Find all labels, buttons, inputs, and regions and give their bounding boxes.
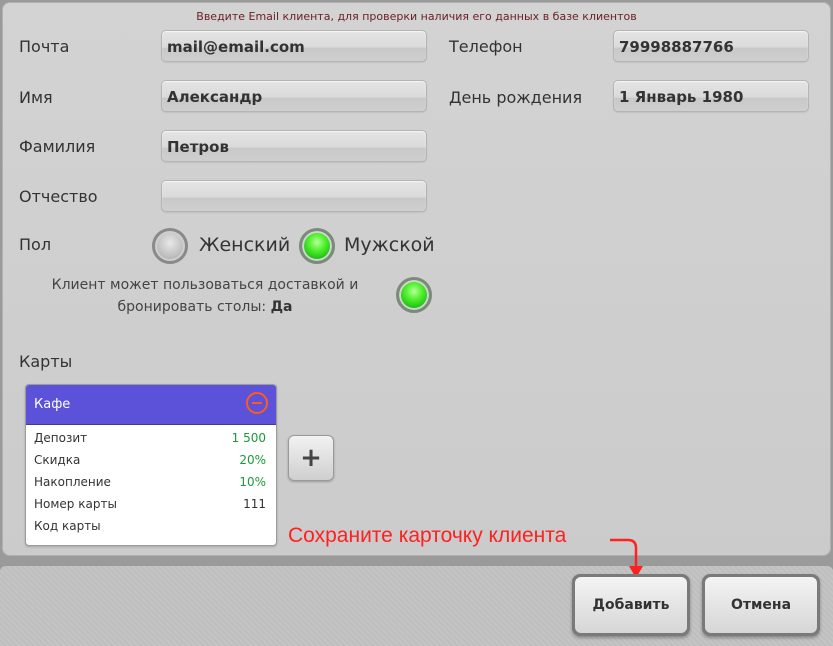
loyalty-card: Кафе Депозит 1 500 Скидка 20% Накопление… <box>25 384 277 546</box>
card-row-label: Скидка <box>34 453 81 467</box>
card-row-deposit: Депозит 1 500 <box>34 431 266 451</box>
email-label: Почта <box>19 37 70 56</box>
cancel-button-label[interactable]: Отмена <box>705 577 817 633</box>
add-client-button-label[interactable]: Добавить <box>575 577 687 633</box>
delivery-line-1: Клиент может пользоваться доставкой и <box>51 277 359 293</box>
card-row-label: Номер карты <box>34 497 117 511</box>
delivery-permission-text: Клиент может пользоваться доставкой и бр… <box>40 274 370 318</box>
card-title: Кафе <box>34 397 71 412</box>
male-radio-label[interactable]: Мужской <box>344 234 435 256</box>
card-row-value: 1 500 <box>231 431 266 445</box>
card-row-card-number: Номер карты 111 <box>34 497 266 517</box>
card-header[interactable]: Кафе <box>26 385 276 425</box>
patronymic-label: Отчество <box>19 187 98 206</box>
card-row-value: 20% <box>239 453 266 467</box>
cards-section-label: Карты <box>19 352 73 371</box>
delivery-line-2-text: бронировать столы: <box>117 299 267 315</box>
name-label: Имя <box>19 88 53 107</box>
phone-field[interactable]: 79998887766 <box>613 30 809 62</box>
email-hint: Введите Email клиента, для проверки нали… <box>196 10 637 23</box>
delivery-line-2: бронировать столы: Да <box>40 296 370 318</box>
female-radio[interactable] <box>152 228 188 264</box>
male-radio[interactable] <box>299 228 335 264</box>
card-row-value: 111 <box>243 497 266 511</box>
card-row-discount: Скидка 20% <box>34 453 266 473</box>
birthday-field[interactable]: 1 Январь 1980 <box>613 80 809 112</box>
phone-label: Телефон <box>449 37 523 56</box>
card-row-accumulation: Накопление 10% <box>34 475 266 495</box>
remove-card-icon[interactable] <box>246 392 268 414</box>
card-row-label: Накопление <box>34 475 111 489</box>
save-annotation: Сохраните карточку клиента <box>288 524 567 547</box>
cancel-button[interactable]: Отмена <box>702 574 820 636</box>
patronymic-field[interactable] <box>161 180 427 212</box>
female-radio-label[interactable]: Женский <box>199 234 290 256</box>
gender-label: Пол <box>19 235 52 254</box>
add-card-button[interactable]: + <box>288 435 334 481</box>
email-field[interactable]: mail@email.com <box>161 30 427 62</box>
card-row-card-code: Код карты <box>34 519 266 539</box>
delivery-value: Да <box>270 299 293 315</box>
add-client-button[interactable]: Добавить <box>572 574 690 636</box>
delivery-toggle[interactable] <box>396 277 432 313</box>
card-row-value: 10% <box>239 475 266 489</box>
card-row-label: Депозит <box>34 431 88 445</box>
name-field[interactable]: Александр <box>161 80 427 112</box>
surname-label: Фамилия <box>19 137 96 156</box>
surname-field[interactable]: Петров <box>161 130 427 162</box>
card-row-label: Код карты <box>34 519 101 533</box>
birthday-label: День рождения <box>449 88 583 107</box>
